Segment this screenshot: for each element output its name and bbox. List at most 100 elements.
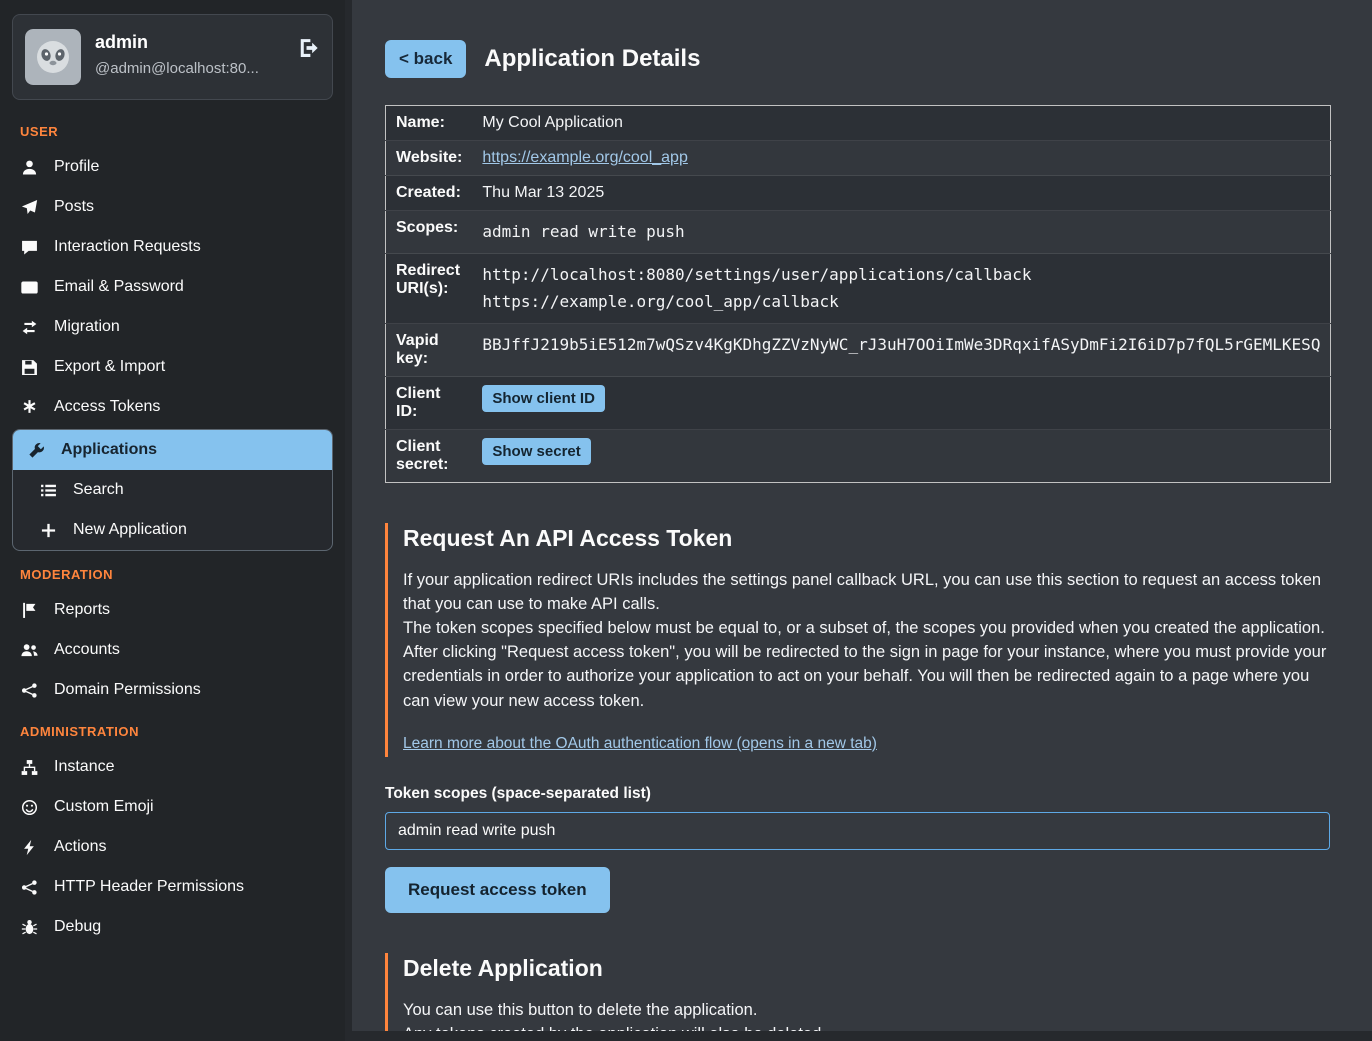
show-secret-button[interactable]: Show secret [482, 438, 590, 465]
bug-icon [20, 919, 39, 936]
scopes-value: admin read write push [472, 211, 1331, 254]
back-button[interactable]: < back [385, 40, 466, 78]
nav-label: Instance [54, 758, 114, 776]
sidebar-section-user: USER [0, 110, 345, 147]
floppy-icon [20, 359, 39, 376]
request-token-paragraph: If your application redirect URIs includ… [403, 568, 1330, 616]
row-label: Created: [386, 176, 473, 211]
comment-icon [20, 239, 39, 256]
bolt-icon [20, 839, 39, 856]
logout-icon[interactable] [298, 29, 320, 64]
table-row: Website: https://example.org/cool_app [386, 141, 1331, 176]
table-row: Client secret: Show secret [386, 430, 1331, 483]
row-label: Client secret: [386, 430, 473, 483]
delete-application-title: Delete Application [403, 955, 1330, 982]
users-icon [20, 642, 39, 659]
request-token-title: Request An API Access Token [403, 525, 1330, 552]
sidebar-nav-moderation: Reports Accounts Domain Permissions [0, 590, 345, 710]
sidebar-item-posts[interactable]: Posts [0, 187, 345, 227]
table-row: Redirect URI(s): http://localhost:8080/s… [386, 254, 1331, 324]
vapid-key-value: BBJffJ219b5iE512m7wQSzv4KgKDhgZZVzNyWC_r… [472, 324, 1331, 377]
table-row: Client ID: Show client ID [386, 377, 1331, 430]
table-row: Created: Thu Mar 13 2025 [386, 176, 1331, 211]
sidebar-item-applications[interactable]: Applications [13, 430, 332, 470]
nav-label: Custom Emoji [54, 798, 154, 816]
sidebar-item-export-import[interactable]: Export & Import [0, 347, 345, 387]
user-meta: admin @admin@localhost:80... [95, 29, 284, 77]
row-label: Vapid key: [386, 324, 473, 377]
plus-icon [39, 522, 58, 539]
sidebar-item-actions[interactable]: Actions [0, 827, 345, 867]
main-content: < back Application Details Name: My Cool… [352, 0, 1372, 1031]
show-client-id-button[interactable]: Show client ID [482, 385, 605, 412]
nav-label: Reports [54, 601, 110, 619]
user-icon [20, 159, 39, 176]
sidebar-item-domain-permissions[interactable]: Domain Permissions [0, 670, 345, 710]
nav-label: New Application [73, 521, 187, 539]
sidebar-item-interaction-requests[interactable]: Interaction Requests [0, 227, 345, 267]
sidebar-item-reports[interactable]: Reports [0, 590, 345, 630]
sidebar-section-moderation: MODERATION [0, 553, 345, 590]
nav-label: Email & Password [54, 278, 184, 296]
nav-label: Search [73, 481, 124, 499]
sitemap-icon [20, 759, 39, 776]
sidebar-nav-user: Profile Posts Interaction Requests Email… [0, 147, 345, 551]
nav-label: Export & Import [54, 358, 165, 376]
nav-label: Actions [54, 838, 106, 856]
sidebar-item-new-application[interactable]: New Application [13, 510, 332, 550]
nav-label: Access Tokens [54, 398, 160, 416]
list-icon [39, 482, 58, 499]
row-label: Name: [386, 106, 473, 141]
user-card: admin @admin@localhost:80... [12, 14, 333, 100]
page-header: < back Application Details [385, 40, 1330, 78]
sidebar-item-http-header-permissions[interactable]: HTTP Header Permissions [0, 867, 345, 907]
nav-label: Profile [54, 158, 99, 176]
wrench-icon [27, 442, 46, 459]
username: admin [95, 32, 284, 53]
request-access-token-button[interactable]: Request access token [385, 867, 610, 913]
nav-label: Applications [61, 441, 157, 459]
oauth-docs-link[interactable]: Learn more about the OAuth authenticatio… [403, 735, 877, 753]
redirect-uris-value: http://localhost:8080/settings/user/appl… [472, 254, 1331, 324]
sidebar-item-profile[interactable]: Profile [0, 147, 345, 187]
avatar [25, 29, 81, 85]
page-title: Application Details [484, 45, 700, 73]
token-scopes-label: Token scopes (space-separated list) [385, 785, 1330, 803]
sidebar-item-email-password[interactable]: Email & Password [0, 267, 345, 307]
sidebar-nav-administration: Instance Custom Emoji Actions HTTP Heade… [0, 747, 345, 947]
nav-label: Domain Permissions [54, 681, 201, 699]
token-scopes-input[interactable] [385, 812, 1330, 850]
nav-label: Migration [54, 318, 120, 336]
smiley-icon [20, 799, 39, 816]
sidebar-item-access-tokens[interactable]: Access Tokens [0, 387, 345, 427]
request-token-paragraph: The token scopes specified below must be… [403, 616, 1330, 640]
nav-label: Debug [54, 918, 101, 936]
nav-label: Interaction Requests [54, 238, 201, 256]
sidebar-section-administration: ADMINISTRATION [0, 710, 345, 747]
app-name-value: My Cool Application [472, 106, 1331, 141]
user-handle: @admin@localhost:80... [95, 60, 284, 77]
network-icon [20, 682, 39, 699]
request-token-section: Request An API Access Token If your appl… [385, 523, 1330, 756]
table-row: Vapid key: BBJffJ219b5iE512m7wQSzv4KgKDh… [386, 324, 1331, 377]
sidebar-item-instance[interactable]: Instance [0, 747, 345, 787]
row-label: Client ID: [386, 377, 473, 430]
website-link[interactable]: https://example.org/cool_app [482, 149, 687, 166]
nav-label: Posts [54, 198, 94, 216]
delete-line: Any tokens created by the application wi… [403, 1022, 1330, 1031]
sidebar-item-custom-emoji[interactable]: Custom Emoji [0, 787, 345, 827]
row-label: Redirect URI(s): [386, 254, 473, 324]
delete-line: You can use this button to delete the ap… [403, 998, 1330, 1022]
applications-group: Applications Search New Application [12, 429, 333, 551]
token-icon [20, 399, 39, 416]
network-icon [20, 879, 39, 896]
sidebar-item-debug[interactable]: Debug [0, 907, 345, 947]
app-root: admin @admin@localhost:80... USER Profil… [0, 0, 1372, 1041]
paper-plane-icon [20, 199, 39, 216]
sidebar-item-migration[interactable]: Migration [0, 307, 345, 347]
application-details-table: Name: My Cool Application Website: https… [385, 105, 1331, 483]
sidebar-item-applications-search[interactable]: Search [13, 470, 332, 510]
redirect-uri: http://localhost:8080/settings/user/appl… [482, 262, 1320, 288]
sidebar-item-accounts[interactable]: Accounts [0, 630, 345, 670]
flag-icon [20, 602, 39, 619]
